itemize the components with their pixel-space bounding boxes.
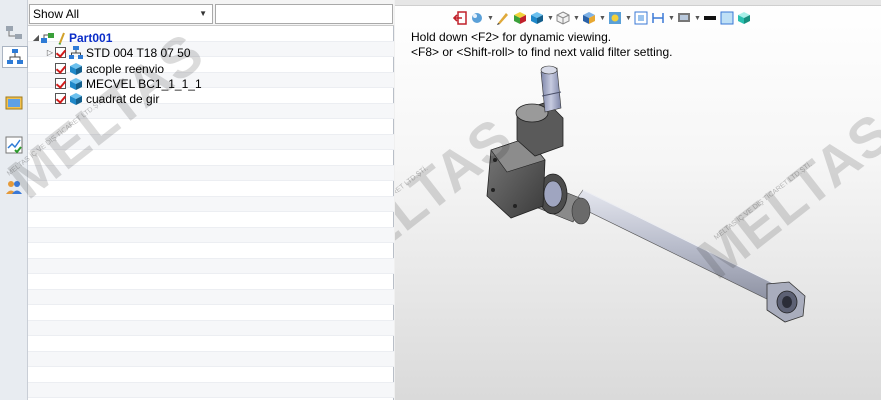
visibility-checkbox[interactable] xyxy=(55,93,66,104)
part-cube-icon xyxy=(69,77,83,91)
tree-item-label: STD 004 T18 07 50 xyxy=(86,45,191,60)
expand-arrow-icon[interactable]: ▷ xyxy=(45,48,55,57)
3d-viewport[interactable]: ▼ ▼ ▼ ▼ ▼ ▼ ▼ Hold down <F2> for dynamic… xyxy=(395,0,881,400)
assembly-icon xyxy=(69,45,83,60)
threaded-rod xyxy=(572,189,788,305)
chevron-down-icon: ▼ xyxy=(199,9,207,18)
structure-tree-panel: Show All ▼ ◢ Part001 ▷ STD 004 T18 07 50 xyxy=(28,0,394,400)
visibility-checkbox[interactable] xyxy=(55,47,66,58)
visibility-checkbox[interactable] xyxy=(55,63,66,74)
filter-bar: Show All ▼ xyxy=(28,0,394,26)
tree-item-mecvel[interactable]: MECVEL BC1_1_1_1 xyxy=(45,76,202,91)
filter-select-value: Show All xyxy=(33,7,80,21)
tree-root-part001[interactable]: ◢ Part001 xyxy=(31,30,112,45)
tree-item-label: cuadrat de gir xyxy=(86,91,160,106)
part-cube-icon xyxy=(69,92,83,106)
rod-end-nut xyxy=(766,281,806,323)
assembly-root-icon xyxy=(41,31,55,45)
filter-select[interactable]: Show All ▼ xyxy=(29,4,213,24)
collapse-arrow-icon[interactable]: ◢ xyxy=(31,33,41,42)
structure-tree-icon[interactable] xyxy=(3,22,25,44)
visibility-checkbox[interactable] xyxy=(55,78,66,89)
pen-icon xyxy=(58,31,66,45)
assembly-tree-icon[interactable] xyxy=(2,46,28,68)
chart-check-icon[interactable] xyxy=(3,134,25,156)
tree-item-label: acople reenvio xyxy=(86,61,165,76)
part-cube-icon xyxy=(69,62,83,76)
tree-item-acople-reenvio[interactable]: acople reenvio xyxy=(45,61,164,76)
tree-item-cuadrat-de-gir[interactable]: cuadrat de gir xyxy=(45,91,159,106)
tree-item-std-004[interactable]: ▷ STD 004 T18 07 50 xyxy=(45,45,191,60)
tree-item-label: MECVEL BC1_1_1_1 xyxy=(86,76,202,91)
tree-root-label: Part001 xyxy=(69,30,113,45)
left-icon-strip xyxy=(0,0,28,400)
image-icon[interactable] xyxy=(3,92,25,114)
filter-input[interactable] xyxy=(215,4,393,24)
users-icon[interactable] xyxy=(3,176,25,198)
3d-model-render[interactable] xyxy=(395,0,881,400)
